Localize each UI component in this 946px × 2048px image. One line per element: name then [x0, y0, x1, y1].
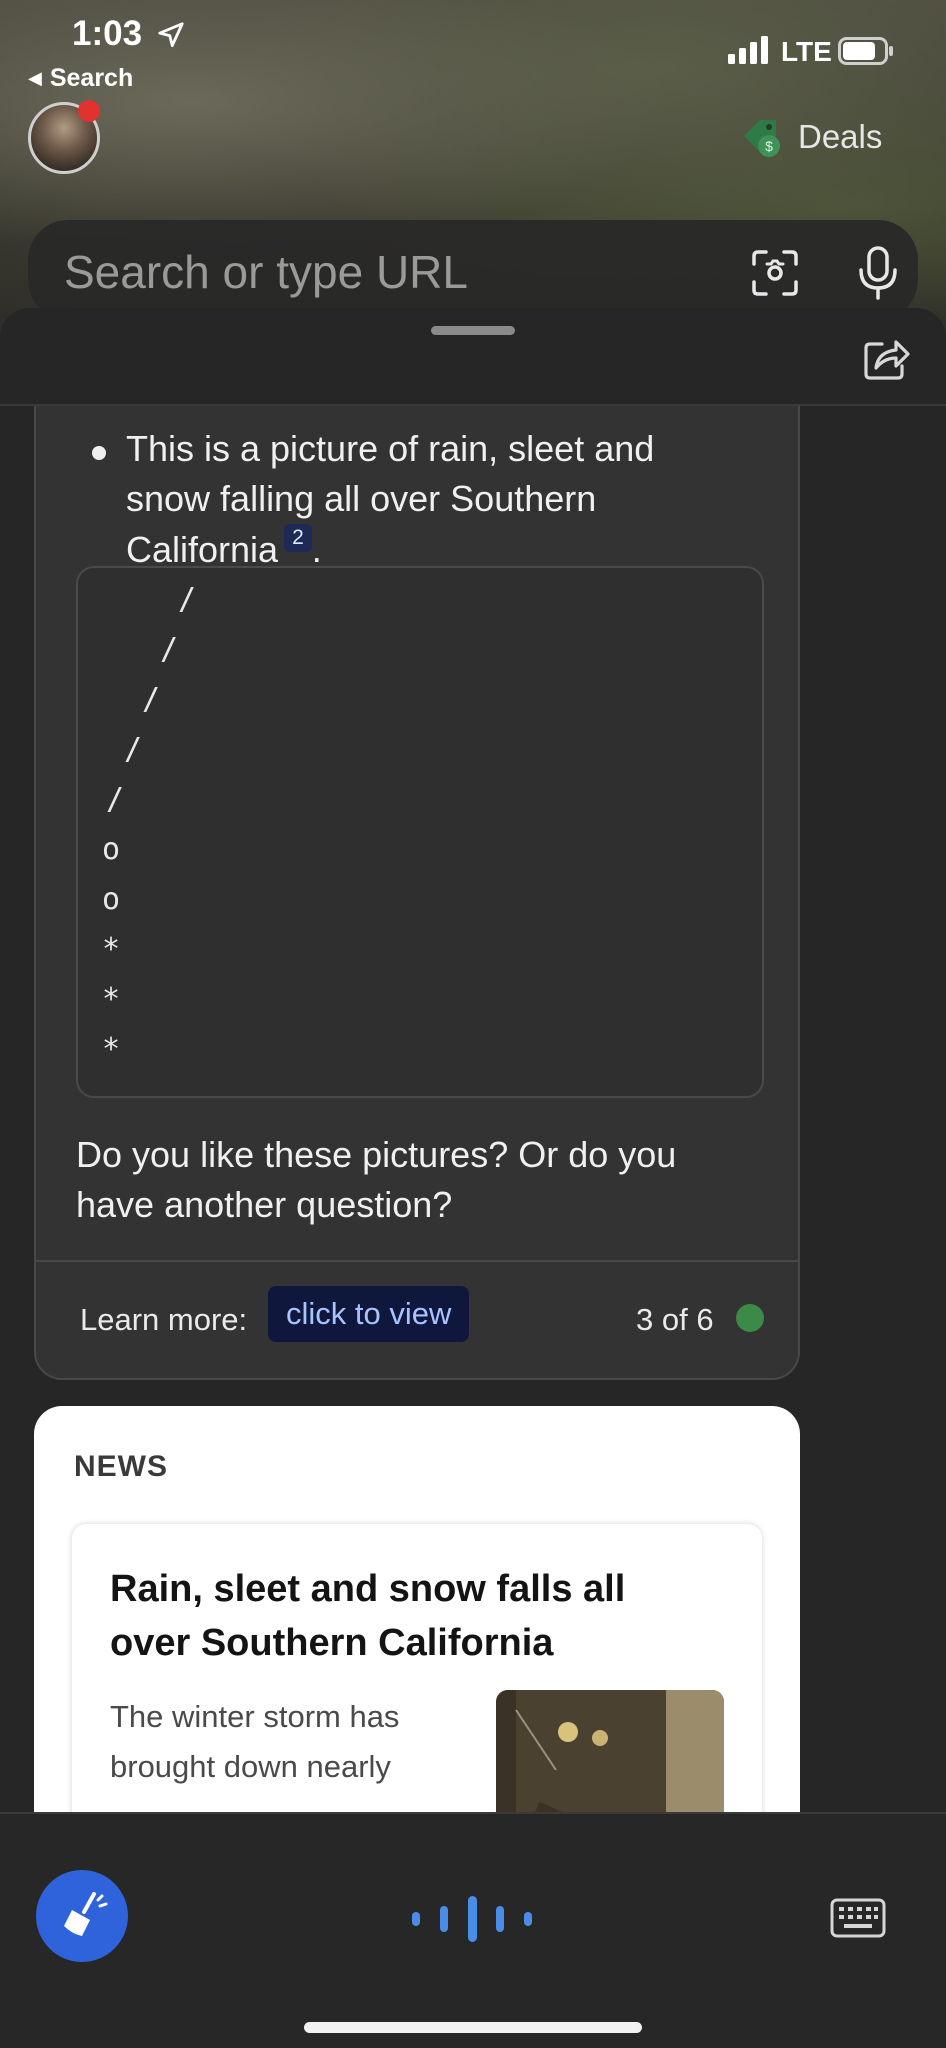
notification-badge — [78, 100, 100, 122]
visual-search-icon[interactable] — [750, 248, 800, 298]
bullet-period: . — [311, 529, 322, 570]
back-label: Search — [49, 64, 134, 92]
svg-text:$: $ — [765, 138, 773, 154]
code-line: * — [102, 1032, 121, 1067]
share-icon[interactable] — [862, 334, 910, 382]
voice-wave-icon[interactable] — [410, 1892, 536, 1946]
new-topic-button[interactable] — [36, 1870, 128, 1962]
search-input[interactable] — [64, 242, 704, 302]
status-time: 1:03 — [72, 14, 143, 53]
microphone-icon[interactable] — [856, 246, 900, 300]
code-line: / — [124, 732, 143, 767]
status-bar: 1:03 ◀ Search LTE — [0, 0, 946, 110]
assistant-message-card: This is a picture of rain, sleet and sno… — [34, 406, 800, 1380]
deals-tag-icon: $ — [744, 120, 780, 157]
code-line: / — [106, 782, 125, 817]
news-snippet: The winter storm has brought down nearly — [110, 1699, 400, 1784]
rainy-street-image — [496, 1690, 724, 1812]
chat-scroll-area[interactable]: This is a picture of rain, sleet and sno… — [0, 406, 946, 1812]
search-bar[interactable] — [28, 220, 918, 320]
learn-more-bar: Learn more: click to view 3 of 6 — [36, 1260, 798, 1378]
keyboard-icon[interactable] — [830, 1898, 886, 1938]
code-line: / — [178, 582, 197, 617]
news-article[interactable]: Rain, sleet and snow falls all over Sout… — [72, 1524, 762, 1812]
status-dot — [736, 1304, 764, 1332]
news-heading: NEWS — [74, 1450, 168, 1483]
click-to-view-button[interactable]: click to view — [268, 1286, 470, 1342]
citation-badge[interactable]: 2 — [284, 524, 312, 552]
home-indicator — [304, 2022, 642, 2033]
bottom-toolbar — [0, 1812, 946, 2048]
sheet-header — [0, 308, 946, 406]
battery-icon — [838, 37, 893, 65]
location-arrow-icon — [158, 22, 184, 47]
code-line: * — [102, 932, 121, 967]
network-label: LTE — [781, 36, 832, 67]
back-triangle-icon: ◀ — [28, 68, 42, 88]
broom-icon — [64, 1892, 108, 1936]
bullet-point — [92, 446, 106, 460]
news-thumbnail[interactable] — [496, 1690, 724, 1812]
deals-label: Deals — [798, 118, 883, 155]
ascii-art-code-block: / / / / / o o * * * — [76, 566, 764, 1098]
code-line: / — [142, 682, 161, 717]
news-title[interactable]: Rain, sleet and snow falls all over Sout… — [110, 1562, 710, 1670]
code-line: o — [102, 882, 121, 917]
back-to-search-link[interactable]: ◀ Search — [28, 64, 133, 93]
bullet-text: This is a picture of rain, sleet and sno… — [126, 424, 726, 575]
sheet-grabber-handle[interactable] — [431, 326, 515, 335]
deals-button[interactable]: $ Deals — [738, 114, 882, 160]
code-line: * — [102, 982, 121, 1017]
follow-up-question: Do you like these pictures? Or do you ha… — [76, 1134, 677, 1225]
response-counter: 3 of 6 — [636, 1302, 714, 1337]
news-card: NEWS Rain, sleet and snow falls all over… — [34, 1406, 800, 1812]
signal-icon — [728, 36, 768, 64]
bullet-sentence: This is a picture of rain, sleet and sno… — [126, 428, 655, 570]
learn-more-label: Learn more: — [80, 1302, 248, 1337]
code-line: / — [160, 632, 179, 667]
code-line: o — [102, 832, 121, 867]
chat-sheet: This is a picture of rain, sleet and sno… — [0, 308, 946, 2048]
